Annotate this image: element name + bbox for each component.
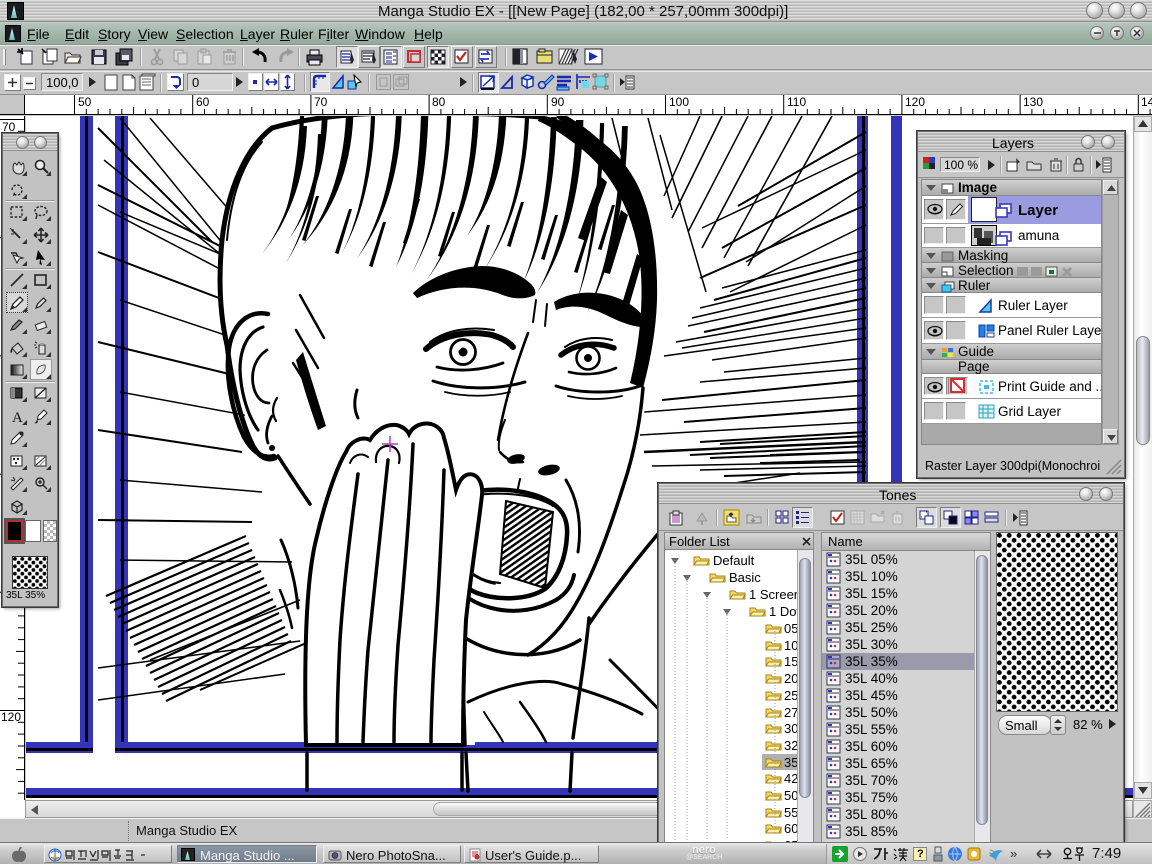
svg-text:110: 110 [787, 95, 806, 109]
svg-text:90: 90 [551, 95, 565, 109]
svg-text:70: 70 [2, 120, 16, 134]
svg-text:60: 60 [196, 95, 210, 109]
svg-text:80: 80 [432, 95, 446, 109]
svg-text:50: 50 [78, 95, 92, 109]
svg-text:14: 14 [1141, 95, 1152, 109]
svg-text:100: 100 [669, 95, 689, 109]
svg-text:120: 120 [905, 95, 925, 109]
svg-text:120: 120 [1, 710, 21, 724]
svg-text:70: 70 [314, 95, 328, 109]
svg-text:130: 130 [1023, 95, 1043, 109]
